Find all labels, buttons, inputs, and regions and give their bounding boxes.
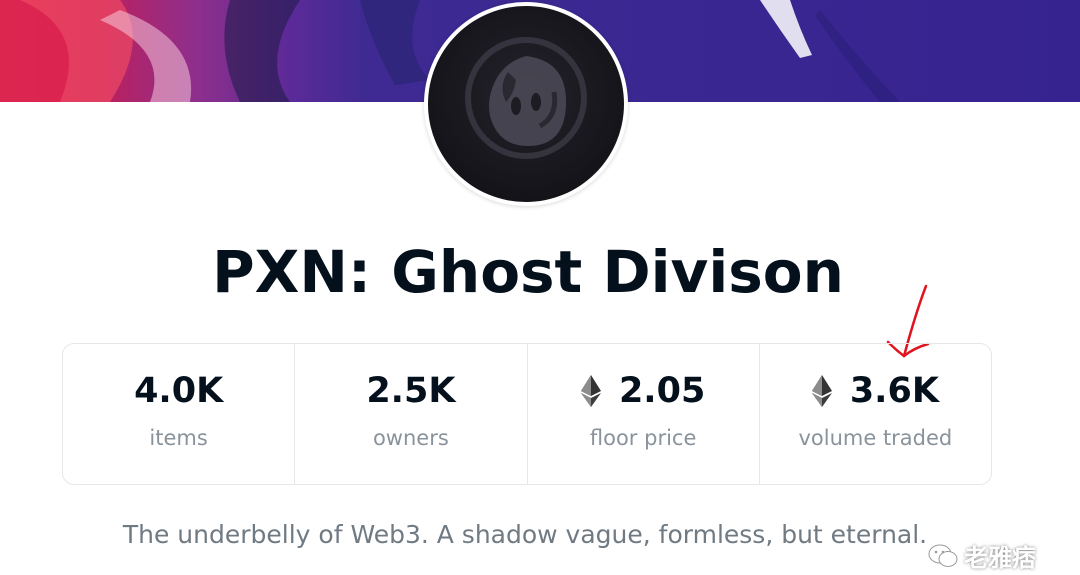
stat-label: owners [372, 426, 449, 450]
watermark-text: 老雅痞 [964, 544, 1036, 572]
stat-value-text: 2.5K [366, 371, 456, 411]
stat-items[interactable]: 4.0K items [63, 344, 296, 484]
stat-volume-traded[interactable]: 3.6K volume traded [760, 344, 991, 484]
ethereum-icon [811, 375, 832, 407]
collection-avatar [424, 2, 628, 206]
watermark: 老雅痞 [928, 538, 1036, 573]
collection-description: The underbelly of Web3. A shadow vague, … [122, 520, 928, 549]
stat-value: 2.05 [580, 370, 706, 412]
stat-value-text: 4.0K [134, 371, 224, 411]
stat-value-text: 3.6K [849, 371, 939, 411]
stat-label: volume traded [798, 426, 953, 450]
collection-stats: 4.0K items 2.5K owners 2.05 floor price [62, 343, 992, 485]
stat-floor-price[interactable]: 2.05 floor price [528, 344, 760, 484]
stat-value-text: 2.05 [618, 371, 706, 411]
ethereum-icon [580, 375, 601, 407]
stat-label: floor price [589, 426, 697, 450]
stat-owners[interactable]: 2.5K owners [295, 344, 528, 484]
ghost-logo-icon [465, 37, 587, 159]
stat-value: 2.5K [366, 370, 455, 412]
stat-value: 4.0K [134, 370, 223, 412]
stat-label: items [149, 426, 208, 450]
wechat-icon [928, 544, 958, 567]
stat-value: 3.6K [811, 370, 939, 412]
